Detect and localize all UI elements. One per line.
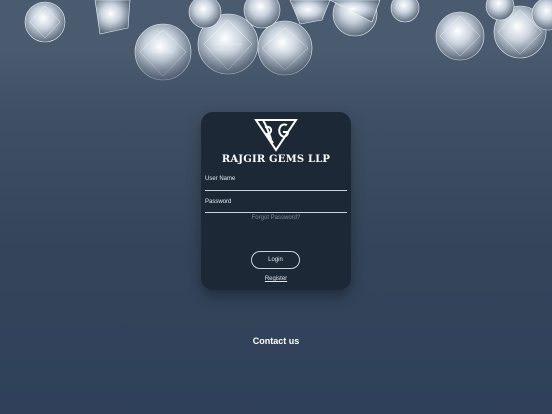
rg-monogram-icon [254,119,298,152]
forgot-password-link[interactable]: Forgot Password? [201,215,351,221]
diamonds-illustration [0,0,552,110]
brand-name: RAJGIR GEMS LLP [221,154,331,165]
register-link[interactable]: Register [201,276,351,282]
username-input[interactable] [205,180,347,191]
login-card: RAJGIR GEMS LLP User Name Password Forgo… [201,112,351,290]
contact-us-link[interactable]: Contact us [0,336,552,346]
password-input[interactable] [205,202,347,213]
login-button[interactable]: Login [251,251,300,269]
hero-diamonds-image [0,0,552,110]
